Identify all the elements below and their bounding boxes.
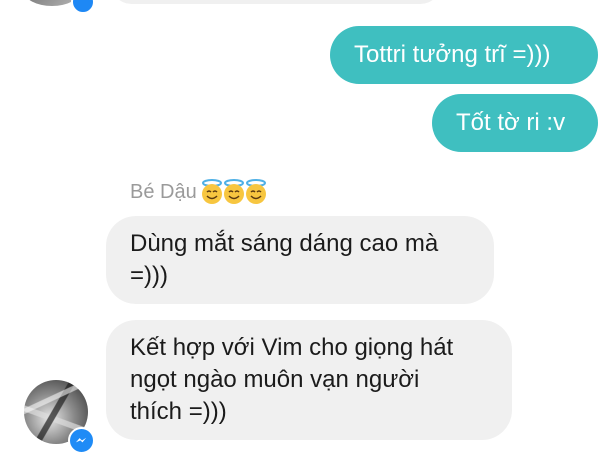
outgoing-message-2[interactable]: Tốt tờ ri :v [432,94,598,152]
sender-name: Bé Dậu [130,180,197,203]
halo-emoji-icon [245,179,266,204]
halo-emoji-icon [223,179,244,204]
halo-emoji-group [201,179,267,205]
messenger-icon [68,427,95,454]
messenger-bolt-icon [75,437,87,443]
previous-incoming-message-fragment[interactable] [110,0,442,4]
incoming-message-1[interactable]: Dùng mắt sáng dáng cao mà =))) [106,216,494,304]
sender-name-row: Bé Dậu [130,179,267,205]
outgoing-message-1[interactable]: Tottri tưởng trĩ =))) [330,26,598,84]
previous-messenger-badge-icon [71,0,95,14]
halo-emoji-icon [201,179,222,204]
incoming-message-2[interactable]: Kết hợp với Vim cho giọng hát ngọt ngào … [106,320,512,440]
